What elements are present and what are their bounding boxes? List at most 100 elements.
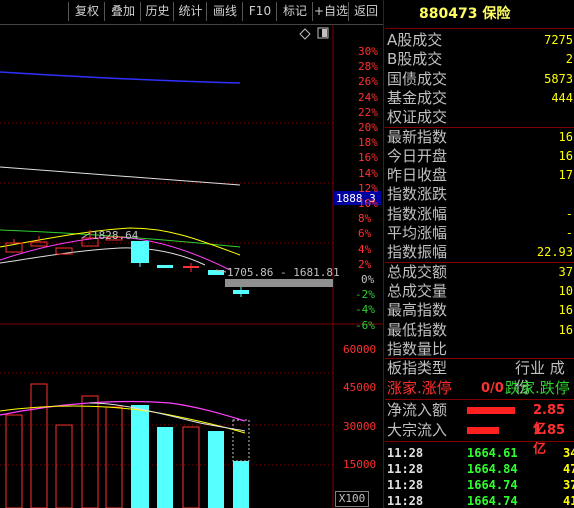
- stat-label: 指数涨跌: [387, 185, 448, 204]
- stat-value: 16: [558, 322, 573, 337]
- draw-line-button[interactable]: 画线: [206, 2, 243, 21]
- percent-axis-label: 28%: [358, 60, 378, 74]
- stat-row: B股成交 2: [387, 50, 573, 69]
- tick-time: 11:28: [387, 462, 424, 476]
- percent-axis-label: 12%: [358, 181, 378, 195]
- add-watchlist-button[interactable]: +自选: [312, 2, 349, 21]
- stat-value: 10: [558, 283, 573, 298]
- stat-row: 最高指数 16: [387, 301, 573, 320]
- stat-row: 指数涨跌: [387, 185, 573, 204]
- stat-label: 平均涨幅: [387, 224, 448, 242]
- stat-value: 7275: [544, 33, 573, 47]
- svg-text:1828.64: 1828.64: [92, 229, 139, 242]
- tick-price: 1664.74: [467, 494, 518, 508]
- percent-axis-label: 8%: [358, 212, 372, 226]
- stat-row: 今日开盘 16: [387, 147, 573, 166]
- index-title[interactable]: 880473 保险: [385, 0, 574, 29]
- kline-chart[interactable]: 1828.64 1705.86 - 1681.81 1888.3: [0, 25, 383, 508]
- stat-row: 指数量比: [387, 340, 573, 359]
- stat-value: 2: [565, 52, 573, 67]
- stat-label: 国债成交: [387, 69, 448, 88]
- stat-label: 昨日收盘: [387, 166, 448, 185]
- stat-label: 指数量比: [387, 339, 448, 358]
- percent-axis-label: 14%: [358, 166, 378, 180]
- stat-label: 指数涨幅: [387, 204, 448, 223]
- stat-label: 最低指数: [387, 320, 448, 339]
- net-inflow-bar: [467, 407, 515, 414]
- tick-volume: 34: [563, 446, 574, 460]
- stat-label: 总成交额: [387, 262, 448, 281]
- percent-axis-label: 10%: [358, 197, 378, 210]
- stat-label: 今日开盘: [387, 146, 448, 165]
- volume-axis-label: 45000: [343, 381, 377, 394]
- stat-value: -: [565, 206, 573, 221]
- volume-unit-button[interactable]: X100: [335, 491, 369, 507]
- percent-axis-label: 18%: [358, 136, 378, 150]
- percent-axis-label: 24%: [358, 90, 378, 104]
- updown-row: 涨家.涨停 0/0 跌家.跌停: [387, 379, 570, 397]
- mark-button[interactable]: 标记: [276, 2, 313, 21]
- stat-row: 指数振幅 22.93: [387, 243, 573, 262]
- stat-row: 国债成交 5873: [387, 70, 573, 89]
- stat-value: 16: [558, 148, 573, 163]
- stat-row: A股成交 7275: [387, 31, 573, 50]
- overlay-button[interactable]: 叠加: [104, 2, 141, 21]
- stat-label: 权证成交: [387, 108, 448, 127]
- range-annotation: 1705.86 - 1681.81: [215, 266, 340, 279]
- diamond-icon[interactable]: [299, 28, 311, 40]
- tick-time: 11:28: [387, 478, 424, 492]
- stat-row: 权证成交: [387, 108, 573, 127]
- stat-row: 总成交额 37: [387, 263, 573, 282]
- stat-row: 最低指数 16: [387, 321, 573, 340]
- stat-value: 16: [558, 129, 573, 144]
- stat-row: 最新指数 16: [387, 128, 573, 147]
- high-price-annotation: 1828.64: [81, 229, 139, 242]
- percent-axis-label: 30%: [358, 45, 378, 58]
- tick-time: 11:28: [387, 446, 424, 460]
- volume-bars: [5, 383, 250, 508]
- tick-price: 1664.61: [467, 446, 518, 460]
- board-type-row: 板指类型 行业 成份: [387, 359, 565, 396]
- percent-axis-label: 22%: [358, 105, 378, 119]
- tick-volume: 41: [563, 494, 574, 508]
- block-inflow-bar: [467, 427, 499, 434]
- range-bar: [225, 279, 333, 287]
- percent-axis-label: 20%: [358, 121, 378, 134]
- stat-label: 指数振幅: [387, 243, 448, 262]
- stat-value: 37: [558, 264, 573, 279]
- statistics-button[interactable]: 统计: [173, 2, 207, 21]
- tick-price: 1664.74: [467, 478, 518, 492]
- tick-time: 11:28: [387, 494, 424, 508]
- ma-white-line: [0, 166, 241, 186]
- stat-label: 基金成交: [387, 88, 448, 107]
- tick-volume: 47: [563, 462, 574, 476]
- stat-row: 指数涨幅 -: [387, 205, 573, 224]
- window-icon[interactable]: [317, 27, 329, 39]
- stat-value: 17: [558, 168, 573, 183]
- panel-separator: [383, 0, 384, 508]
- back-button[interactable]: 返回: [348, 2, 383, 21]
- block-inflow-row: 大宗流入 1.85亿: [387, 421, 566, 457]
- ma-blue-line: [0, 71, 241, 84]
- history-button[interactable]: 历史: [140, 2, 174, 21]
- stat-label: 最高指数: [387, 301, 448, 320]
- chart-toolbar: 复权 叠加 历史 统计 画线 F10 标记 +自选 返回: [0, 0, 384, 25]
- percent-axis-label: 2%: [358, 257, 372, 271]
- stat-value: 5873: [544, 71, 573, 86]
- stat-label: A股成交: [387, 31, 443, 49]
- stat-row: 总成交量 10: [387, 282, 573, 301]
- percent-axis-label: -2%: [355, 288, 375, 302]
- net-inflow-row: 净流入额 2.85亿: [387, 401, 566, 437]
- percent-axis-label: 6%: [358, 227, 372, 241]
- stat-value: -: [565, 226, 573, 240]
- stat-value: 22.93: [536, 245, 573, 260]
- tick-volume: 37: [563, 478, 574, 492]
- percent-axis-label: 4%: [358, 242, 372, 256]
- stat-value: 444: [551, 90, 573, 105]
- svg-text:1705.86 - 1681.81: 1705.86 - 1681.81: [227, 266, 340, 279]
- volume-axis-label: 60000: [343, 343, 377, 356]
- volume-axis-label: 30000: [343, 420, 377, 433]
- stat-row: 昨日收盘 17: [387, 166, 573, 185]
- adjust-button[interactable]: 复权: [68, 2, 105, 21]
- f10-button[interactable]: F10: [242, 2, 277, 21]
